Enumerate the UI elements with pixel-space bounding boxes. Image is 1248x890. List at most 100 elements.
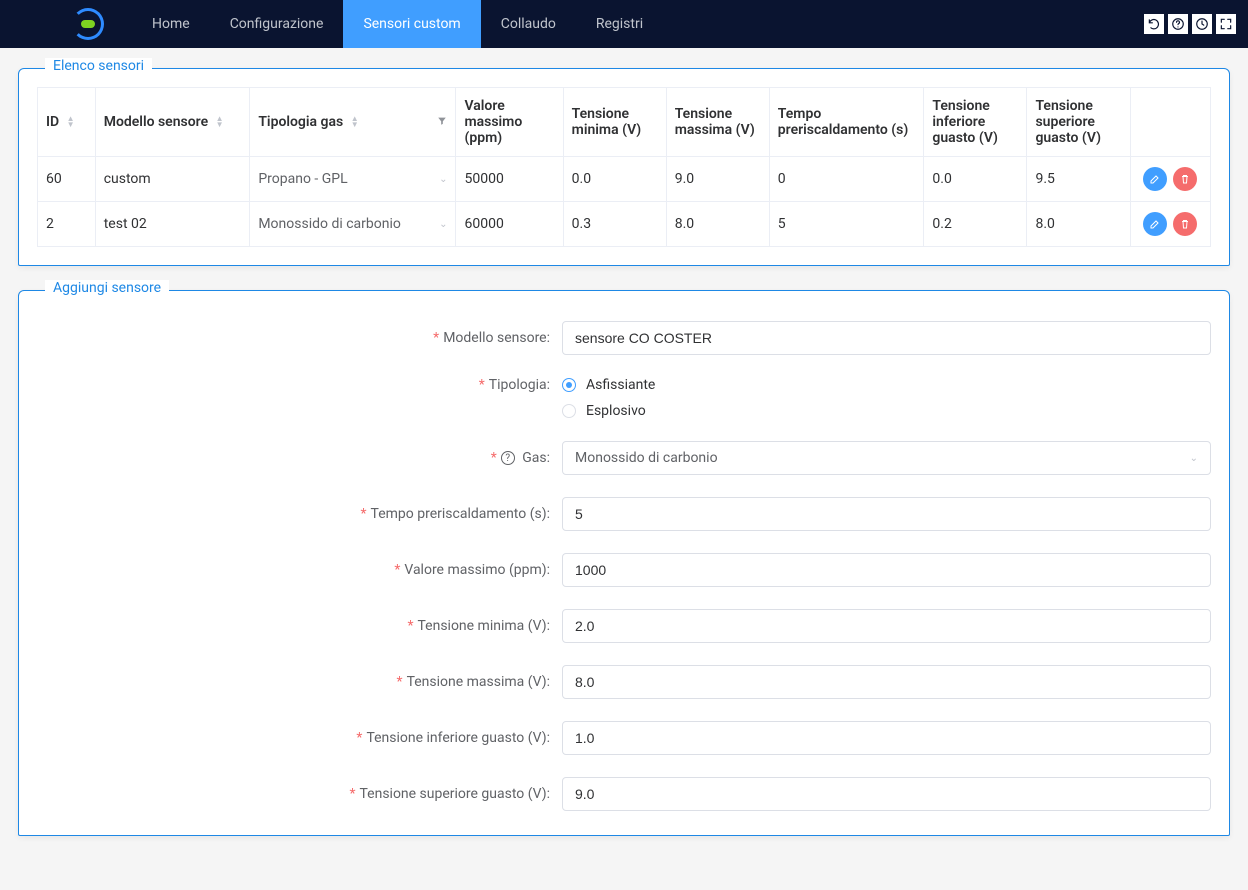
- col-vmax-label: Valore massimo (ppm): [464, 98, 522, 146]
- delete-button[interactable]: [1173, 212, 1197, 236]
- panel-sensor-list: Elenco sensori ID ▲▼ Modello sensore ▲▼ …: [18, 68, 1230, 266]
- label-thighfault: *Tensione superiore guasto (V):: [37, 786, 562, 802]
- cell-tmax: 8.0: [666, 202, 769, 247]
- nav-configurazione[interactable]: Configurazione: [210, 0, 344, 48]
- logo-indicator: [81, 20, 95, 28]
- back-icon[interactable]: [1144, 14, 1164, 34]
- cell-model: custom: [95, 157, 250, 202]
- col-thighfault: Tensione superiore guasto (V): [1027, 88, 1130, 157]
- label-tmin: *Tensione minima (V):: [37, 618, 562, 634]
- nav-home[interactable]: Home: [132, 0, 210, 48]
- cell-preheat: 0: [769, 157, 924, 202]
- table-row: 2test 02Monossido di carbonio⌄600000.38.…: [38, 202, 1211, 247]
- col-preheat-label: Tempo preriscaldamento (s): [778, 106, 908, 138]
- help-icon[interactable]: [1168, 14, 1188, 34]
- cell-actions: [1130, 157, 1210, 202]
- input-tmin[interactable]: [562, 609, 1211, 643]
- sensor-table: ID ▲▼ Modello sensore ▲▼ Tipologia gas ▲…: [37, 87, 1211, 247]
- label-tmax: *Tensione massima (V):: [37, 674, 562, 690]
- col-tlowfault: Tensione inferiore guasto (V): [924, 88, 1027, 157]
- col-tmin-label: Tensione minima (V): [572, 106, 642, 138]
- col-tlowfault-label: Tensione inferiore guasto (V): [932, 98, 998, 146]
- logo-circle: [72, 8, 104, 40]
- gas-select[interactable]: Monossido di carbonio ⌄: [258, 216, 447, 232]
- chevron-down-icon: ⌄: [439, 174, 447, 185]
- chevron-down-icon: ⌄: [439, 219, 447, 230]
- input-preheat[interactable]: [562, 497, 1211, 531]
- page-body: Elenco sensori ID ▲▼ Modello sensore ▲▼ …: [0, 48, 1248, 890]
- panel-add-title: Aggiungi sensore: [45, 280, 169, 296]
- table-header-row: ID ▲▼ Modello sensore ▲▼ Tipologia gas ▲…: [38, 88, 1211, 157]
- radio-esplosivo-label: Esplosivo: [586, 403, 646, 419]
- cell-thighfault: 8.0: [1027, 202, 1130, 247]
- help-icon[interactable]: ?: [501, 451, 515, 465]
- panel-add-sensor: Aggiungi sensore *Modello sensore: *Tipo…: [18, 290, 1230, 836]
- panel-list-title: Elenco sensori: [45, 58, 152, 74]
- chevron-down-icon: ⌄: [1190, 453, 1198, 464]
- label-tlowfault: *Tensione inferiore guasto (V):: [37, 730, 562, 746]
- cell-vmax: 50000: [456, 157, 563, 202]
- label-preheat: *Tempo preriscaldamento (s):: [37, 506, 562, 522]
- radio-esplosivo[interactable]: Esplosivo: [562, 403, 1211, 419]
- filter-icon[interactable]: [437, 114, 447, 130]
- col-vmax: Valore massimo (ppm): [456, 88, 563, 157]
- radio-circle-icon: [562, 378, 576, 392]
- label-vmax: *Valore massimo (ppm):: [37, 562, 562, 578]
- cell-tlowfault: 0.0: [924, 157, 1027, 202]
- cell-tmax: 9.0: [666, 157, 769, 202]
- gas-select-value: Monossido di carbonio: [258, 216, 401, 232]
- input-tmax[interactable]: [562, 665, 1211, 699]
- col-model-label: Modello sensore: [104, 114, 208, 130]
- cell-tmin: 0.3: [563, 202, 666, 247]
- nav-sensori-custom[interactable]: Sensori custom: [343, 0, 480, 48]
- nav-right-actions: [1144, 14, 1236, 34]
- input-tlowfault[interactable]: [562, 721, 1211, 755]
- cell-gas[interactable]: Propano - GPL⌄: [250, 157, 456, 202]
- label-model: *Modello sensore:: [37, 330, 562, 346]
- col-gas-label: Tipologia gas: [258, 114, 343, 130]
- col-id[interactable]: ID ▲▼: [38, 88, 96, 157]
- col-id-label: ID: [46, 114, 59, 130]
- col-gas[interactable]: Tipologia gas ▲▼: [250, 88, 456, 157]
- input-vmax[interactable]: [562, 553, 1211, 587]
- edit-button[interactable]: [1143, 167, 1167, 191]
- nav-items: Home Configurazione Sensori custom Colla…: [132, 0, 663, 48]
- col-tmax: Tensione massima (V): [666, 88, 769, 157]
- input-thighfault[interactable]: [562, 777, 1211, 811]
- cell-id: 2: [38, 202, 96, 247]
- sort-icon[interactable]: ▲▼: [67, 116, 75, 128]
- col-actions: [1130, 88, 1210, 157]
- gas-select[interactable]: Propano - GPL⌄: [258, 171, 447, 187]
- col-tmax-label: Tensione massima (V): [675, 106, 755, 138]
- nav-registri[interactable]: Registri: [576, 0, 663, 48]
- radio-group-type: Asfissiante Esplosivo: [562, 377, 1211, 419]
- radio-asfissiante-label: Asfissiante: [586, 377, 655, 393]
- label-type: *Tipologia:: [37, 377, 562, 393]
- cell-id: 60: [38, 157, 96, 202]
- cell-tlowfault: 0.2: [924, 202, 1027, 247]
- cell-model: test 02: [95, 202, 250, 247]
- delete-button[interactable]: [1173, 167, 1197, 191]
- col-thighfault-label: Tensione superiore guasto (V): [1035, 98, 1101, 146]
- sort-icon[interactable]: ▲▼: [216, 116, 224, 128]
- col-preheat: Tempo preriscaldamento (s): [769, 88, 924, 157]
- fullscreen-icon[interactable]: [1216, 14, 1236, 34]
- sort-icon[interactable]: ▲▼: [351, 116, 359, 128]
- radio-asfissiante[interactable]: Asfissiante: [562, 377, 1211, 393]
- select-gas[interactable]: Monossido di carbonio ⌄: [562, 441, 1211, 475]
- radio-circle-icon: [562, 404, 576, 418]
- cell-preheat: 5: [769, 202, 924, 247]
- edit-button[interactable]: [1143, 212, 1167, 236]
- cell-vmax: 60000: [456, 202, 563, 247]
- cell-gas[interactable]: Monossido di carbonio ⌄: [250, 202, 456, 247]
- add-sensor-form: *Modello sensore: *Tipologia: Asfissiant…: [37, 321, 1211, 811]
- clock-icon[interactable]: [1192, 14, 1212, 34]
- table-row: 60customPropano - GPL⌄500000.09.000.09.5: [38, 157, 1211, 202]
- cell-tmin: 0.0: [563, 157, 666, 202]
- input-model[interactable]: [562, 321, 1211, 355]
- col-model[interactable]: Modello sensore ▲▼: [95, 88, 250, 157]
- cell-thighfault: 9.5: [1027, 157, 1130, 202]
- cell-actions: [1130, 202, 1210, 247]
- nav-collaudo[interactable]: Collaudo: [481, 0, 576, 48]
- top-nav: Home Configurazione Sensori custom Colla…: [0, 0, 1248, 48]
